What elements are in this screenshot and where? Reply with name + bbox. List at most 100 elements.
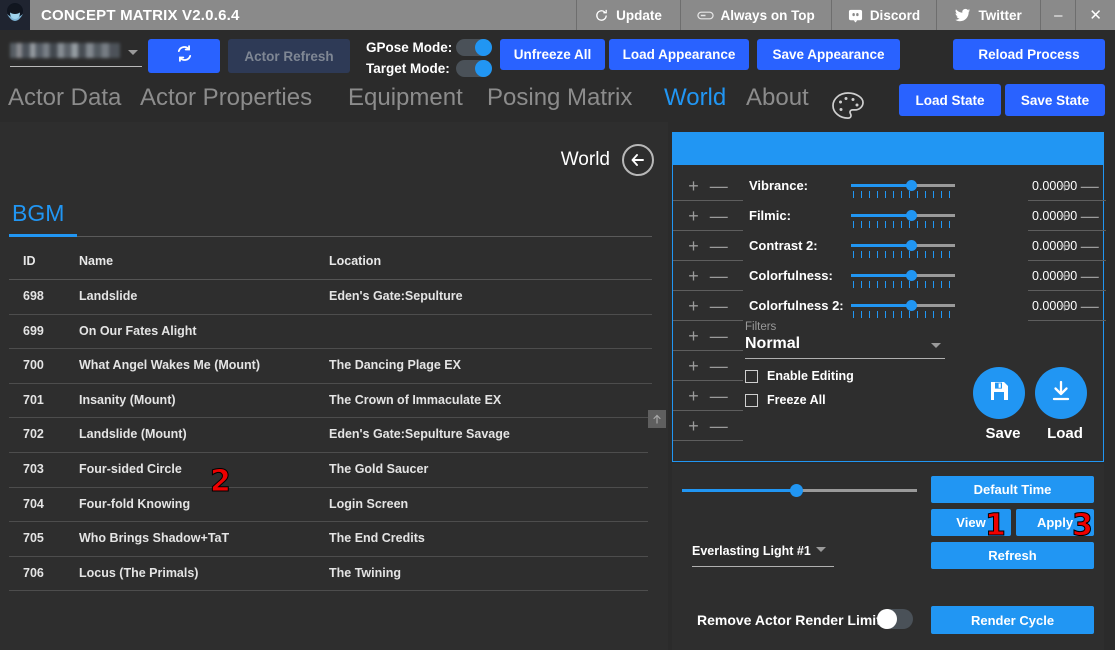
plus-icon[interactable]: + bbox=[688, 417, 699, 435]
light-preset-dropdown[interactable]: Everlasting Light #1 bbox=[692, 542, 834, 567]
slider-ticks bbox=[853, 191, 953, 198]
cell-name: Locus (The Primals) bbox=[79, 565, 199, 580]
target-mode-toggle[interactable] bbox=[456, 60, 492, 77]
actor-select-dropdown[interactable] bbox=[10, 39, 142, 67]
save-state-button[interactable]: Save State bbox=[1005, 84, 1105, 116]
load-appearance-button[interactable]: Load Appearance bbox=[609, 39, 749, 70]
table-row[interactable]: 702 Landslide (Mount) Eden's Gate:Sepult… bbox=[9, 418, 652, 453]
slider-track-empty[interactable] bbox=[911, 304, 955, 307]
minus-icon[interactable]: — bbox=[1081, 207, 1099, 225]
slider-track-empty[interactable] bbox=[911, 184, 955, 187]
tab-actor-data[interactable]: Actor Data bbox=[8, 84, 121, 112]
slider-track-empty[interactable] bbox=[911, 214, 955, 217]
titlebar-discord-button[interactable]: Discord bbox=[830, 0, 936, 30]
plus-icon[interactable]: + bbox=[1059, 177, 1070, 195]
plus-icon[interactable]: + bbox=[688, 237, 699, 255]
plus-icon[interactable]: + bbox=[1059, 237, 1070, 255]
refresh-button-world[interactable]: Refresh bbox=[931, 542, 1094, 569]
table-row[interactable]: 699 On Our Fates Alight bbox=[9, 315, 652, 350]
slider-knob[interactable] bbox=[906, 300, 917, 311]
save-appearance-button[interactable]: Save Appearance bbox=[757, 39, 900, 70]
titlebar-always-on-top-button[interactable]: Always on Top bbox=[679, 0, 831, 30]
minimize-button[interactable]: – bbox=[1040, 0, 1075, 30]
minus-icon[interactable]: — bbox=[710, 297, 728, 315]
minus-icon[interactable]: — bbox=[710, 387, 728, 405]
minus-icon[interactable]: — bbox=[1081, 267, 1099, 285]
titlebar-twitter-button[interactable]: Twitter bbox=[936, 0, 1040, 30]
time-slider-knob[interactable] bbox=[790, 484, 803, 497]
slider-track-filled[interactable] bbox=[851, 304, 911, 307]
tab-equipment[interactable]: Equipment bbox=[348, 84, 463, 112]
load-state-button[interactable]: Load State bbox=[899, 84, 1001, 116]
plus-icon[interactable]: + bbox=[688, 267, 699, 285]
tab-bgm[interactable]: BGM bbox=[12, 200, 64, 227]
filters-dropdown[interactable]: Normal bbox=[745, 335, 945, 359]
minus-icon[interactable]: — bbox=[710, 177, 728, 195]
slider-knob[interactable] bbox=[906, 210, 917, 221]
slider-track-empty[interactable] bbox=[911, 274, 955, 277]
table-row[interactable]: 698 Landslide Eden's Gate:Sepulture bbox=[9, 280, 652, 315]
minus-icon[interactable]: — bbox=[1081, 297, 1099, 315]
slider-knob[interactable] bbox=[906, 270, 917, 281]
table-row[interactable]: 706 Locus (The Primals) The Twining bbox=[9, 557, 652, 592]
palette-icon[interactable] bbox=[830, 90, 866, 127]
cell-name: Landslide bbox=[79, 289, 138, 303]
plus-icon[interactable]: + bbox=[688, 207, 699, 225]
plus-icon[interactable]: + bbox=[1059, 297, 1070, 315]
table-row[interactable]: 703 Four-sided Circle The Gold Saucer bbox=[9, 453, 652, 488]
minus-icon[interactable]: — bbox=[710, 207, 728, 225]
cell-name: Who Brings Shadow+TaT bbox=[79, 531, 230, 546]
slider-track-filled[interactable] bbox=[851, 274, 911, 277]
bgm-list-scrollbar[interactable] bbox=[648, 410, 666, 650]
minus-icon[interactable]: — bbox=[1081, 237, 1099, 255]
arrow-up-icon[interactable] bbox=[648, 410, 666, 428]
plus-icon[interactable]: + bbox=[688, 357, 699, 375]
default-time-button[interactable]: Default Time bbox=[931, 476, 1094, 503]
table-row[interactable]: 701 Insanity (Mount) The Crown of Immacu… bbox=[9, 384, 652, 419]
slider-knob[interactable] bbox=[906, 240, 917, 251]
anvil-logo-icon bbox=[0, 0, 30, 30]
tab-actor-properties[interactable]: Actor Properties bbox=[140, 84, 312, 112]
plus-icon[interactable]: + bbox=[1059, 267, 1070, 285]
world-section-header: World bbox=[561, 144, 654, 176]
table-row[interactable]: 705 Who Brings Shadow+TaT The End Credit… bbox=[9, 522, 652, 557]
unfreeze-all-button[interactable]: Unfreeze All bbox=[500, 39, 605, 70]
slider-track-filled[interactable] bbox=[851, 184, 911, 187]
slider-track-filled[interactable] bbox=[851, 214, 911, 217]
cell-location: The Twining bbox=[329, 565, 401, 580]
titlebar-update-button[interactable]: Update bbox=[575, 0, 680, 30]
close-button[interactable]: ✕ bbox=[1075, 0, 1115, 30]
plus-icon[interactable]: + bbox=[688, 177, 699, 195]
table-row[interactable]: 700 What Angel Wakes Me (Mount) The Danc… bbox=[9, 349, 652, 384]
gpose-mode-toggle[interactable] bbox=[456, 39, 492, 56]
tab-posing-matrix[interactable]: Posing Matrix bbox=[487, 84, 632, 112]
minus-icon[interactable]: — bbox=[1081, 177, 1099, 195]
cell-id: 698 bbox=[23, 289, 44, 303]
table-row[interactable]: 704 Four-fold Knowing Login Screen bbox=[9, 488, 652, 523]
plus-icon[interactable]: + bbox=[1059, 207, 1070, 225]
tab-world[interactable]: World bbox=[664, 84, 726, 112]
plus-icon[interactable]: + bbox=[688, 297, 699, 315]
plus-icon[interactable]: + bbox=[688, 327, 699, 345]
load-button[interactable] bbox=[1035, 367, 1087, 419]
save-button[interactable] bbox=[973, 367, 1025, 419]
chevron-down-icon bbox=[931, 343, 941, 348]
minus-icon[interactable]: — bbox=[710, 237, 728, 255]
cell-name: Insanity (Mount) bbox=[79, 392, 176, 407]
slider-track-empty[interactable] bbox=[911, 244, 955, 247]
minus-icon[interactable]: — bbox=[710, 417, 728, 435]
minus-icon[interactable]: — bbox=[710, 327, 728, 345]
render-cycle-button[interactable]: Render Cycle bbox=[931, 606, 1094, 634]
slider-knob[interactable] bbox=[906, 180, 917, 191]
minus-icon[interactable]: — bbox=[710, 357, 728, 375]
minus-icon[interactable]: — bbox=[710, 267, 728, 285]
toggle-knob bbox=[475, 39, 492, 56]
actor-refresh-button[interactable]: Actor Refresh bbox=[228, 39, 350, 73]
tab-about[interactable]: About bbox=[746, 84, 809, 112]
reload-process-button[interactable]: Reload Process bbox=[953, 39, 1105, 70]
render-limit-toggle[interactable] bbox=[877, 609, 913, 629]
back-arrow-icon[interactable] bbox=[622, 144, 654, 176]
plus-icon[interactable]: + bbox=[688, 387, 699, 405]
slider-track-filled[interactable] bbox=[851, 244, 911, 247]
refresh-button[interactable] bbox=[148, 39, 220, 73]
